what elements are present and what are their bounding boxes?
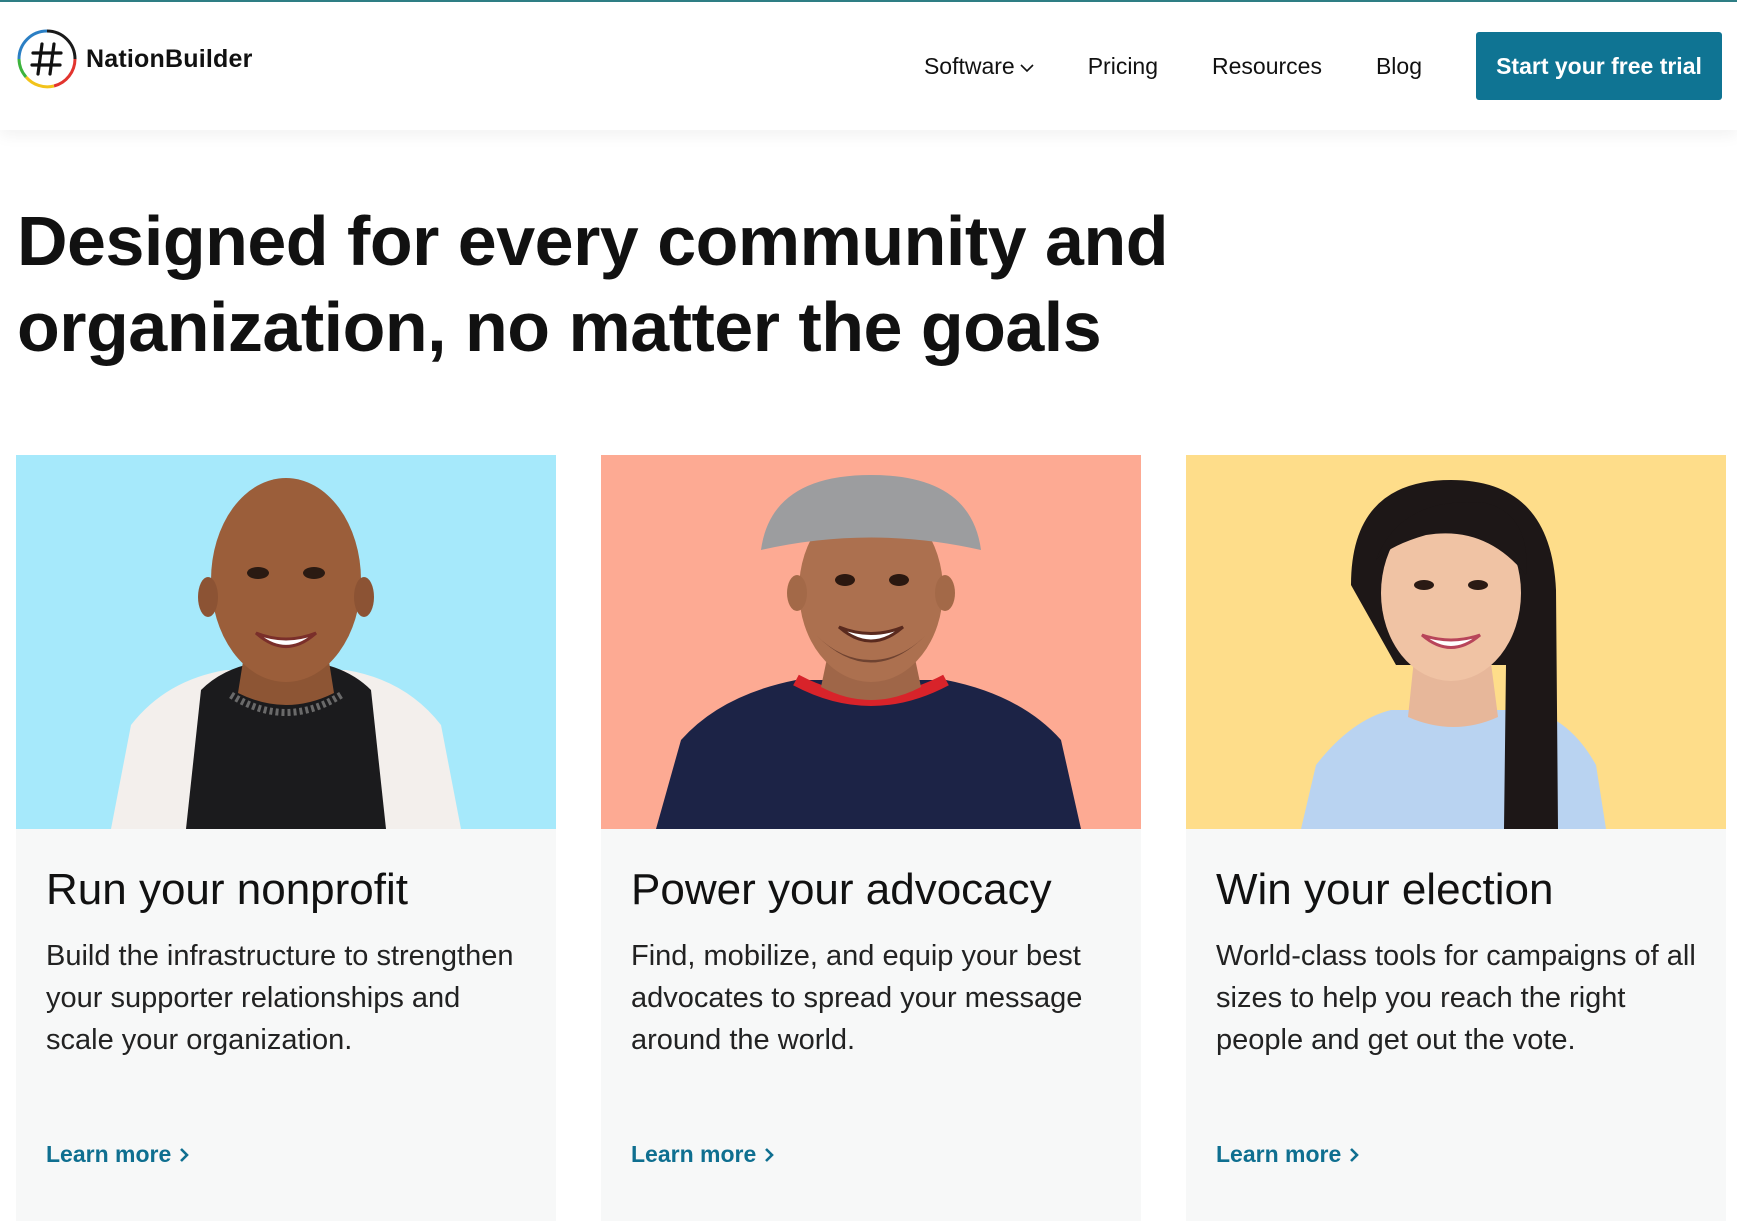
nav-item-blog[interactable]: Blog (1376, 53, 1422, 80)
chevron-right-icon (1350, 1147, 1360, 1162)
learn-more-label: Learn more (631, 1141, 757, 1167)
card-title: Power your advocacy (631, 865, 1052, 914)
nav-item-label: Software (923, 52, 1015, 79)
nav-item-label: Pricing (1087, 52, 1159, 79)
nav-item-label: Resources (1212, 52, 1322, 79)
chevron-down-icon (1020, 63, 1034, 72)
solutions-cards: Run your nonprofit Build the infrastruct… (16, 455, 1726, 1221)
card-title: Win your election (1216, 865, 1554, 914)
portrait-image (16, 455, 556, 829)
chevron-right-icon (180, 1147, 190, 1162)
card-description: Build the infrastructure to strengthen y… (46, 940, 514, 1056)
card-description: Find, mobilize, and equip your best advo… (631, 940, 1083, 1056)
main-nav: Software Pricing Resources Blog Start yo… (924, 32, 1737, 100)
site-header: NationBuilder Software Pricing Resources… (0, 2, 1737, 130)
logo[interactable]: NationBuilder (16, 28, 253, 90)
nonprofit-person-photo (16, 455, 556, 829)
learn-more-label: Learn more (1216, 1141, 1342, 1167)
chevron-right-icon (765, 1147, 775, 1162)
learn-more-link[interactable]: Learn more (46, 1141, 190, 1168)
learn-more-link[interactable]: Learn more (631, 1141, 775, 1168)
nav-item-resources[interactable]: Resources (1212, 53, 1322, 80)
brand-name: NationBuilder (86, 44, 253, 73)
start-free-trial-button[interactable]: Start your free trial (1476, 32, 1722, 100)
card-election: Win your election World-class tools for … (1186, 455, 1726, 1221)
hash-logo-icon (17, 29, 77, 89)
election-person-photo (1186, 455, 1726, 829)
card-nonprofit: Run your nonprofit Build the infrastruct… (16, 455, 556, 1221)
page-title: Designed for every community and organiz… (17, 202, 1168, 366)
nav-item-label: Blog (1375, 52, 1422, 79)
card-description: World-class tools for campaigns of all s… (1216, 940, 1696, 1056)
nav-item-pricing[interactable]: Pricing (1088, 53, 1158, 80)
portrait-image (601, 455, 1141, 829)
portrait-image (1186, 455, 1726, 829)
card-advocacy: Power your advocacy Find, mobilize, and … (601, 455, 1141, 1221)
learn-more-label: Learn more (46, 1141, 172, 1167)
card-title: Run your nonprofit (46, 865, 408, 914)
advocacy-person-photo (601, 455, 1141, 829)
nav-item-software[interactable]: Software (924, 53, 1034, 80)
learn-more-link[interactable]: Learn more (1216, 1141, 1360, 1168)
